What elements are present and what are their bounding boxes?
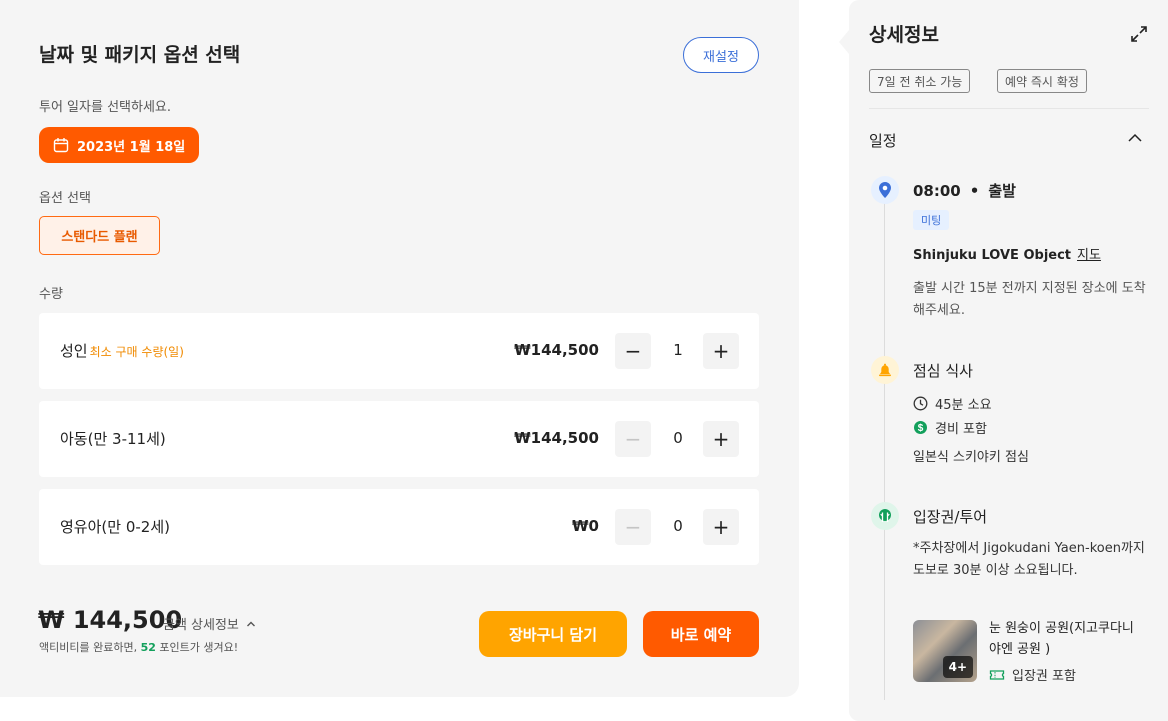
panel-title: 날짜 및 패키지 옵션 선택 [39,44,241,66]
increment-button[interactable]: + [703,333,739,369]
details-panel: 상세정보 7일 전 취소 가능 예약 즉시 확정 일정 08:00 • 출발 미팅 … [849,0,1168,721]
chevron-up-icon[interactable] [1127,130,1143,146]
map-link[interactable]: 지도 [1077,248,1101,263]
duration-text: 45분 소요 [935,398,992,413]
divider [869,108,1149,109]
departure-desc: 출발 시간 15분 전까지 지정된 장소에 도착해주세요. [913,281,1146,318]
clock-icon [913,396,928,411]
quantity-value: 1 [673,341,683,359]
itinerary-title: 일정 [869,132,897,150]
qty-row-adult: 성인 최소 구매 수량(일) ₩144,500 − 1 + [39,313,759,389]
calendar-icon [53,137,69,153]
plan-option-chip[interactable]: 스탠다드 플랜 [39,216,160,255]
cost-line: $ 경비 포함 [913,418,987,437]
included-text: 입장권 포함 [1012,669,1076,684]
total-price: ₩ 144,500 [38,606,183,634]
lunch-note: 일본식 스키야키 점심 [913,450,1029,465]
meeting-badge: 미팅 [913,210,950,230]
qty-name-text: 성인 [60,342,88,360]
increment-button[interactable]: + [703,509,739,545]
place-name: Shinjuku LOVE Object [913,248,1072,263]
option-selection-panel: 날짜 및 패키지 옵션 선택 재설정 투어 일자를 선택하세요. 2023년 1… [0,0,799,697]
cost-text: 경비 포함 [935,422,987,437]
decrement-button[interactable]: − [615,421,651,457]
dollar-icon: $ [913,420,928,435]
price-detail-toggle[interactable]: 금액 상세정보 [163,614,256,633]
points-suffix: 포인트가 생겨요! [155,641,239,654]
qty-name: 성인 최소 구매 수량(일) [60,340,184,361]
unit-price: ₩144,500 [514,429,599,447]
bell-icon [871,356,899,384]
date-chip[interactable]: 2023년 1월 18일 [39,127,200,163]
admission-desc: *주차장에서 Jigokudani Yaen-koen까지 도보로 30분 이상… [913,541,1145,578]
duration-line: 45분 소요 [913,394,992,413]
location-pin-icon [871,176,899,204]
departure-time: 08:00 [913,182,961,200]
ticket-icon [989,668,1005,682]
date-prompt: 투어 일자를 선택하세요. [39,100,171,115]
details-title: 상세정보 [869,24,939,46]
park-tree-icon [871,502,899,530]
instant-confirm-tag: 예약 즉시 확정 [997,69,1087,93]
min-purchase-note: 최소 구매 수량(일) [89,345,184,359]
decrement-button[interactable]: − [615,509,651,545]
chevron-up-icon [246,618,256,633]
expand-icon[interactable] [1129,24,1149,44]
qty-row-infant: 영유아(만 0-2세) ₩0 − 0 + [39,489,759,565]
quantity-value: 0 [673,429,683,447]
admission-heading: 입장권/투어 [913,508,988,526]
increment-button[interactable]: + [703,421,739,457]
reset-button[interactable]: 재설정 [683,37,759,73]
unit-price: ₩144,500 [514,341,599,359]
option-label: 옵션 선택 [39,191,91,206]
points-message: 액티비티를 완료하면, 52 포인트가 생겨요! [39,639,238,655]
spot-photo[interactable]: 4+ [913,620,977,682]
svg-text:$: $ [918,423,924,434]
departure-label: 출발 [988,182,1016,200]
spot-name[interactable]: 눈 원숭이 공원(지고쿠다니 야엔 공원 ) [989,618,1149,660]
qty-name: 영유아(만 0-2세) [60,518,170,536]
unit-price: ₩0 [572,517,599,535]
included-line: 입장권 포함 [989,665,1076,684]
meeting-place: Shinjuku LOVE Object 지도 [913,244,1101,263]
departure-heading: 08:00 • 출발 [913,182,1016,200]
points-prefix: 액티비티를 완료하면, [39,641,141,654]
decrement-button[interactable]: − [615,333,651,369]
quantity-value: 0 [673,517,683,535]
price-detail-label: 금액 상세정보 [163,618,239,633]
selected-date: 2023년 1월 18일 [77,139,186,155]
qty-row-child: 아동(만 3-11세) ₩144,500 − 0 + [39,401,759,477]
add-to-cart-button[interactable]: 장바구니 담기 [479,611,627,657]
cancel-policy-tag: 7일 전 취소 가능 [869,69,971,93]
panel-pointer [839,30,849,54]
timeline-line [884,200,885,700]
points-value: 52 [140,641,156,654]
quantity-label: 수량 [39,287,63,302]
photo-count-badge: 4+ [942,656,973,678]
lunch-heading: 점심 식사 [913,362,973,380]
book-now-button[interactable]: 바로 예약 [643,611,759,657]
qty-name: 아동(만 3-11세) [60,430,166,448]
